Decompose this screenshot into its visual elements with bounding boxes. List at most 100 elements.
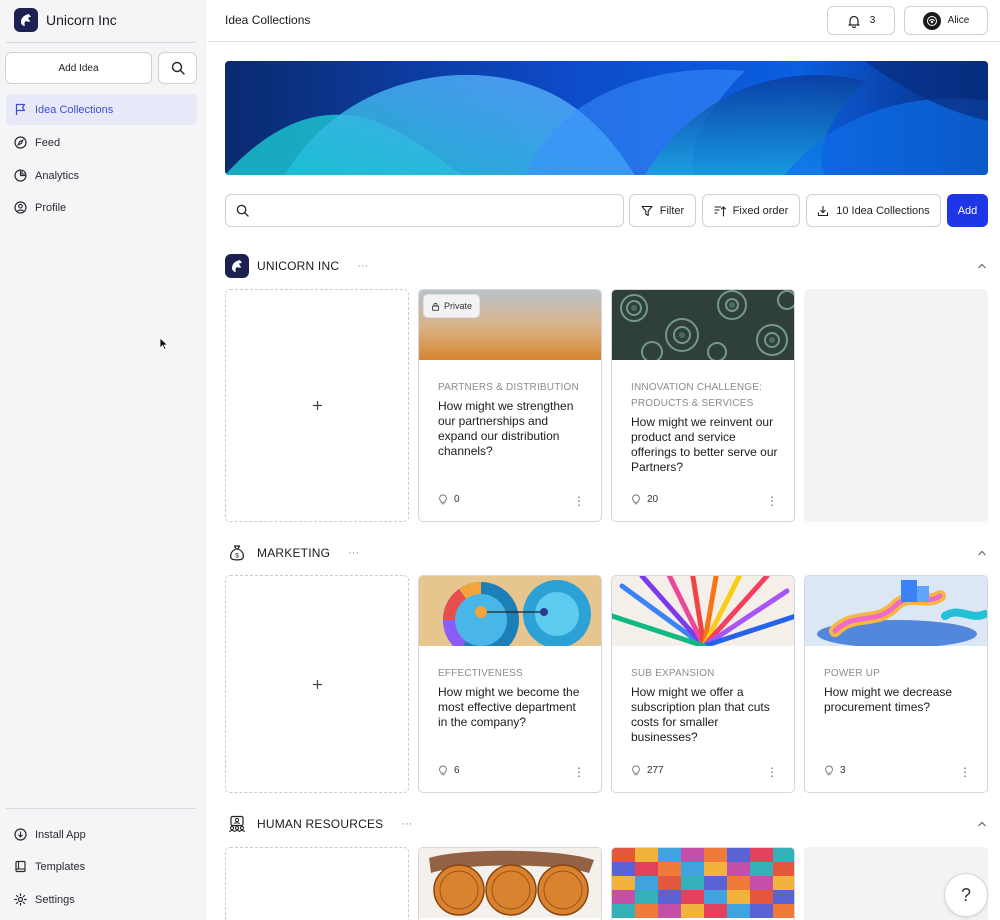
sort-order-label: Fixed order xyxy=(732,204,789,217)
sidebar-item-settings[interactable]: Settings xyxy=(6,884,197,915)
notifications-button[interactable]: 3 xyxy=(827,6,895,35)
card-more-menu[interactable]: ⋮ xyxy=(959,766,971,778)
search-icon xyxy=(236,204,249,217)
section-more-button[interactable]: ··· xyxy=(348,547,359,559)
sort-icon xyxy=(714,205,726,217)
sidebar-item-label: Settings xyxy=(35,893,75,906)
card-category: POWER UP xyxy=(824,668,881,679)
sidebar-divider xyxy=(6,42,196,43)
user-name: Alice xyxy=(947,15,970,26)
section-title: MARKETING xyxy=(257,546,331,560)
card-idea-count: 20 xyxy=(631,494,658,505)
collection-card[interactable] xyxy=(418,847,602,920)
download-tray-icon xyxy=(818,205,829,216)
sidebar-search-button[interactable] xyxy=(158,52,197,84)
add-idea-button[interactable]: Add Idea xyxy=(5,52,152,84)
collection-card[interactable]: Private PARTNERS & DISTRIBUTION How migh… xyxy=(418,289,602,522)
download-circle-icon xyxy=(14,828,27,841)
plus-icon xyxy=(312,679,322,689)
section-more-button[interactable]: ··· xyxy=(401,818,412,830)
sidebar-item-templates[interactable]: Templates xyxy=(6,851,197,882)
add-collection-card[interactable] xyxy=(225,575,409,793)
card-category: PARTNERS & DISTRIBUTION xyxy=(438,382,579,393)
unicorn-logo-icon xyxy=(14,8,38,32)
sort-order-button[interactable]: Fixed order xyxy=(702,194,800,227)
card-question: How might we strengthen our partnerships… xyxy=(438,399,574,458)
card-idea-count: 277 xyxy=(631,765,664,776)
card-question: How might we become the most effective d… xyxy=(438,685,580,729)
bell-icon xyxy=(848,15,860,28)
sidebar: Unicorn Inc Add Idea Idea Collections Fe… xyxy=(0,0,206,920)
card-cover-image xyxy=(419,848,601,918)
card-cover-image xyxy=(612,848,794,918)
compass-icon xyxy=(14,136,27,149)
notification-count: 3 xyxy=(869,15,876,26)
sidebar-item-profile[interactable]: Profile xyxy=(6,192,197,223)
collection-card[interactable]: POWER UP How might we decrease procureme… xyxy=(804,575,988,793)
add-collection-card[interactable] xyxy=(225,847,409,920)
card-cover-image xyxy=(805,576,987,646)
sidebar-item-feed[interactable]: Feed xyxy=(6,127,197,158)
workspace-name: Unicorn Inc xyxy=(46,12,117,28)
flag-icon xyxy=(15,103,26,115)
gear-icon xyxy=(14,893,27,906)
add-collection-card[interactable] xyxy=(225,289,409,522)
lightbulb-icon xyxy=(825,765,833,776)
add-collection-button[interactable]: Add xyxy=(947,194,988,227)
section-header-marketing: $ MARKETING ··· xyxy=(225,540,988,566)
sidebar-item-label: Idea Collections xyxy=(35,103,114,116)
collection-card[interactable]: SUB EXPANSION How might we offer a subsc… xyxy=(611,575,795,793)
section-more-button[interactable]: ··· xyxy=(357,260,368,272)
help-button[interactable]: ? xyxy=(944,873,988,917)
private-badge: Private xyxy=(423,294,481,318)
card-idea-count: 3 xyxy=(824,765,846,776)
lock-icon xyxy=(432,302,439,311)
card-cover-image xyxy=(419,576,601,646)
card-category: SUB EXPANSION xyxy=(631,668,715,679)
chevron-up-icon[interactable] xyxy=(976,260,988,272)
collections-search[interactable] xyxy=(225,194,624,227)
empty-card-slot xyxy=(804,289,988,522)
collection-card[interactable]: EFFECTIVENESS How might we become the mo… xyxy=(418,575,602,793)
sidebar-item-label: Install App xyxy=(35,828,86,841)
unicorn-logo-icon xyxy=(225,254,249,278)
card-more-menu[interactable]: ⋮ xyxy=(573,766,585,778)
sidebar-item-install-app[interactable]: Install App xyxy=(6,819,197,850)
card-idea-count: 0 xyxy=(438,494,460,505)
search-input[interactable] xyxy=(257,195,623,226)
section-title: HUMAN RESOURCES xyxy=(257,817,384,831)
card-question: How might we offer a subscription plan t… xyxy=(631,685,770,744)
sidebar-item-label: Feed xyxy=(35,136,61,149)
collections-count: 10 Idea Collections xyxy=(836,204,930,217)
collection-card[interactable] xyxy=(611,847,795,920)
card-idea-count: 6 xyxy=(438,765,460,776)
svg-text:$: $ xyxy=(235,553,239,560)
export-collections-button[interactable]: 10 Idea Collections xyxy=(806,194,941,227)
user-circle-icon xyxy=(14,201,27,214)
workspace-switcher[interactable]: Unicorn Inc xyxy=(14,8,117,32)
search-icon xyxy=(171,61,185,75)
card-more-menu[interactable]: ⋮ xyxy=(573,495,585,507)
hero-banner xyxy=(225,61,988,175)
sidebar-item-analytics[interactable]: Analytics xyxy=(6,160,197,191)
sidebar-item-label: Templates xyxy=(35,860,86,873)
card-category: INNOVATION CHALLENGE: PRODUCTS & SERVICE… xyxy=(631,382,763,409)
user-menu-button[interactable]: Alice xyxy=(904,6,988,35)
sidebar-item-idea-collections[interactable]: Idea Collections xyxy=(6,94,197,125)
top-bar: Idea Collections 3 Alice xyxy=(207,0,1000,42)
filter-button[interactable]: Filter xyxy=(629,194,696,227)
card-question: How might we reinvent our product and se… xyxy=(631,415,778,474)
sidebar-divider xyxy=(6,808,196,809)
collection-card[interactable]: INNOVATION CHALLENGE: PRODUCTS & SERVICE… xyxy=(611,289,795,522)
card-cover-image xyxy=(612,576,794,646)
chevron-up-icon[interactable] xyxy=(976,547,988,559)
lightbulb-icon xyxy=(439,765,447,776)
plus-icon xyxy=(312,401,322,410)
section-title: UNICORN INC xyxy=(257,259,340,273)
card-more-menu[interactable]: ⋮ xyxy=(766,495,778,507)
book-icon xyxy=(15,860,26,873)
card-question: How might we decrease procurement times? xyxy=(824,685,953,714)
chevron-up-icon[interactable] xyxy=(976,818,988,830)
pie-chart-icon xyxy=(14,169,27,182)
card-more-menu[interactable]: ⋮ xyxy=(766,766,778,778)
